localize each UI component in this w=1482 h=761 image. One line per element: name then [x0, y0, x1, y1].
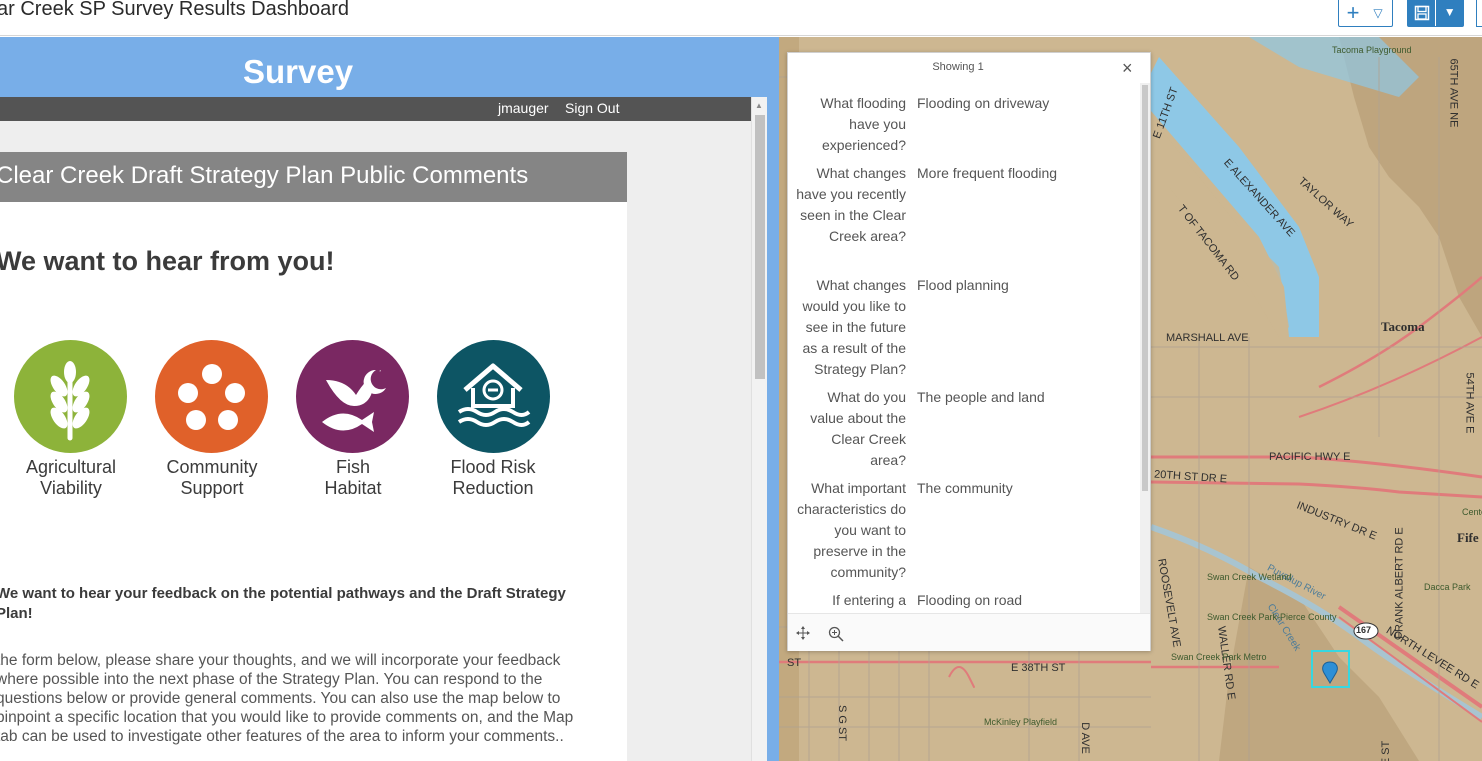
map-label: MARSHALL AVE: [1166, 332, 1249, 344]
sign-out-link[interactable]: Sign Out: [565, 100, 619, 116]
feature-popup[interactable]: Showing 1 × What flooding have you exper…: [787, 52, 1151, 651]
hear-from-you-heading: We want to hear from you!: [0, 246, 335, 276]
attribute-question: What changes have you recently seen in t…: [796, 165, 906, 244]
caption-line: Viability: [40, 478, 102, 498]
community-dots-icon: [178, 364, 245, 430]
popup-body[interactable]: What flooding have you experienced? Floo…: [788, 83, 1140, 613]
bird-fish-icon: [322, 369, 386, 432]
community-support-badge: [155, 340, 268, 453]
attribute-answer: The community: [917, 480, 1013, 496]
form-title: Clear Creek Draft Strategy Plan Public C…: [0, 162, 529, 189]
attribute-answer: The people and land: [917, 389, 1045, 405]
save-button[interactable]: ▼: [1407, 0, 1464, 27]
popup-scrollbar[interactable]: [1140, 83, 1150, 613]
username[interactable]: jmauger: [498, 100, 549, 116]
survey-scrollbar[interactable]: ▲: [751, 97, 767, 761]
wheat-icon: [50, 361, 90, 441]
agricultural-viability-badge: [14, 340, 127, 453]
attribute-answer: Flooding on road: [917, 592, 1023, 608]
agricultural-viability-caption: Agricultural Viability: [1, 457, 141, 499]
caption-line: Reduction: [452, 478, 534, 498]
map-label: D AVE: [1078, 722, 1091, 754]
map-label: PACIFIC HWY E: [1269, 451, 1351, 463]
map-label: 54TH AVE E: [1463, 372, 1476, 434]
chevron-down-icon: ▽: [1373, 5, 1383, 20]
fish-habitat-caption: Fish Habitat: [283, 457, 423, 499]
scroll-up-arrow-icon[interactable]: ▲: [755, 101, 763, 110]
close-icon[interactable]: ×: [1122, 58, 1133, 79]
move-icon[interactable]: [796, 626, 810, 645]
caption-line: Community: [166, 457, 258, 477]
flood-risk-reduction-badge: [437, 340, 550, 453]
dashboard-header: ar Creek SP Survey Results Dashboard + ▽…: [0, 0, 1482, 36]
zoom-to-icon[interactable]: [828, 626, 844, 647]
survey-scrollbar-thumb[interactable]: [755, 115, 765, 379]
flood-risk-reduction-caption: Flood Risk Reduction: [423, 457, 563, 499]
panel-divider: [767, 37, 779, 761]
attribute-question: What flooding have you experienced?: [820, 95, 906, 153]
map-label: Tacoma: [1381, 319, 1425, 334]
overflow-button[interactable]: [1476, 0, 1482, 27]
map-label: Swan Creek Park Metro: [1171, 652, 1267, 663]
map-label: Cente: [1462, 507, 1482, 517]
map-label: Swan Creek Park-Pierce County: [1207, 612, 1337, 622]
attribute-answer: Flood planning: [917, 277, 1009, 293]
caption-line: Habitat: [324, 478, 382, 498]
popup-feature-count: Showing 1: [932, 61, 984, 73]
map-label: ST: [787, 657, 802, 669]
dashboard-title: ar Creek SP Survey Results Dashboard: [0, 0, 350, 20]
popup-footer: [788, 613, 1150, 651]
caption-line: Fish: [335, 457, 370, 477]
map-label: S G ST: [836, 704, 849, 742]
form-title-bar: Clear Creek Draft Strategy Plan Public C…: [0, 152, 627, 202]
plus-icon: +: [1346, 0, 1360, 25]
user-bar: jmauger Sign Out: [0, 97, 751, 121]
map-label: Tacoma Playground: [1332, 45, 1412, 55]
map-label: Swan Creek Wetland: [1207, 572, 1291, 582]
attribute-question: What important characteristics do you wa…: [797, 480, 906, 580]
route-shield-label: 167: [1356, 625, 1372, 635]
fish-habitat-badge: [296, 340, 409, 453]
feedback-heading: We want to hear your feedback on the pot…: [0, 585, 566, 622]
popup-scrollbar-thumb[interactable]: [1142, 85, 1148, 491]
caption-line: Support: [180, 478, 244, 498]
map-label: Dacca Park: [1424, 582, 1471, 592]
community-support-caption: Community Support: [142, 457, 282, 499]
survey-panel: Survey jmauger Sign Out ▲ Clear Creek Dr…: [0, 37, 767, 761]
popup-header: Showing 1 ×: [788, 53, 1150, 83]
map-label: McKinley Playfield: [984, 717, 1058, 727]
map-label: Fife: [1457, 530, 1479, 545]
attribute-question: What changes would you like to see in th…: [802, 277, 906, 377]
popup-attribute-table: What flooding have you experienced? Floo…: [788, 83, 1140, 613]
map-label: FRANK ALBERT RD E: [1393, 527, 1406, 639]
attribute-answer: More frequent flooding: [917, 165, 1058, 181]
add-widget-button[interactable]: + ▽: [1338, 0, 1393, 27]
survey-panel-header: Survey: [0, 37, 767, 97]
map-label: E ST: [1380, 740, 1393, 761]
save-disk-icon: [1408, 5, 1435, 21]
caption-line: Flood Risk: [450, 457, 536, 477]
house-flood-icon: [457, 363, 531, 427]
save-options-chevron-icon[interactable]: ▼: [1435, 0, 1463, 26]
attribute-question: If entering a: [832, 592, 906, 608]
map-label: 65TH AVE NE: [1447, 58, 1460, 128]
attribute-answer: Flooding on driveway: [917, 95, 1050, 111]
map-label: E 38TH ST: [1011, 662, 1066, 674]
form-intro-text: the form below, please share your though…: [0, 652, 574, 745]
survey-heading: Survey: [243, 53, 354, 90]
attribute-question: What do you value about the Clear Creek …: [810, 389, 906, 468]
caption-line: Agricultural: [25, 457, 117, 477]
survey-form: Clear Creek Draft Strategy Plan Public C…: [0, 152, 627, 761]
